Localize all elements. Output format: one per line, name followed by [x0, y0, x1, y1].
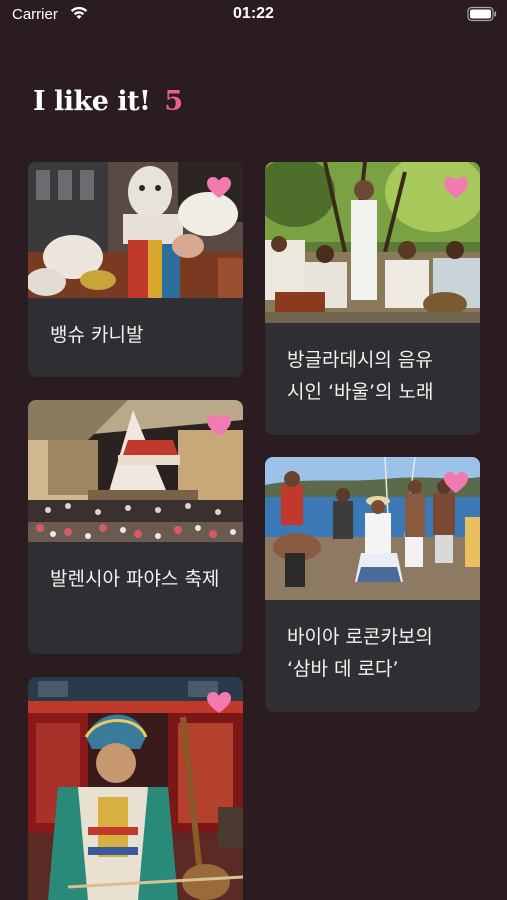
festival-card[interactable]: 바이아 로콘카보의 ‘삼바 데 로다’	[265, 457, 480, 712]
status-bar: Carrier 01:22	[0, 0, 507, 30]
festival-card[interactable]: 방글라데시의 음유 시인 ‘바울’의 노래	[265, 162, 480, 435]
heart-icon[interactable]	[206, 176, 232, 200]
heart-icon[interactable]	[443, 176, 469, 200]
title-text: I like it!	[33, 86, 151, 117]
card-title: 방글라데시의 음유 시인 ‘바울’의 노래	[287, 349, 434, 403]
heart-icon[interactable]	[443, 471, 469, 495]
battery-icon	[467, 6, 497, 22]
page-title: I like it! 5	[33, 86, 183, 126]
card-title: 발렌시아 파야스 축제	[50, 568, 220, 590]
festival-card[interactable]: 발렌시아 파야스 축제	[28, 400, 243, 654]
card-title: 바이아 로콘카보의 ‘삼바 데 로다’	[287, 626, 433, 680]
card-title: 뱅슈 카니발	[50, 324, 144, 346]
clock: 01:22	[233, 5, 274, 22]
festival-card[interactable]	[28, 677, 243, 900]
festival-card[interactable]: 뱅슈 카니발	[28, 162, 243, 377]
heart-icon[interactable]	[206, 691, 232, 715]
heart-icon[interactable]	[206, 414, 232, 438]
like-count: 5	[164, 86, 184, 117]
